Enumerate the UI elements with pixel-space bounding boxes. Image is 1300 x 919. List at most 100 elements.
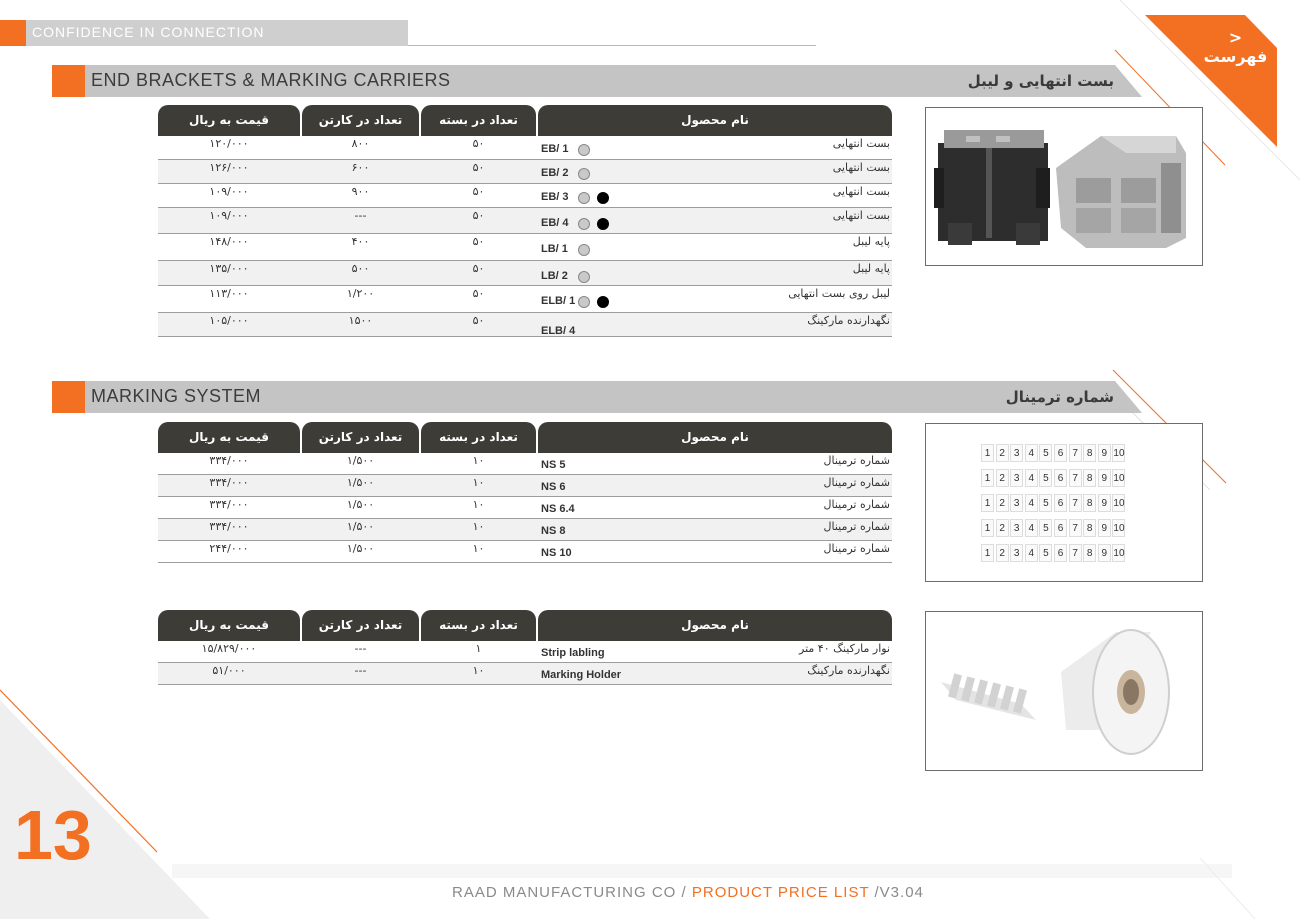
section-bar-marking-system: MARKING SYSTEM شماره ترمینال [52, 381, 1142, 413]
marker-tag: 6 [1054, 544, 1067, 562]
marker-tag: 7 [1068, 494, 1082, 512]
pack-qty-cell: ۵۰ [472, 262, 485, 275]
marker-tag: 10 [1112, 544, 1126, 562]
marker-tag: 4 [1024, 469, 1038, 487]
price-cell: ۱۳۵/۰۰۰ [209, 262, 249, 275]
marker-tag: 9 [1097, 469, 1111, 487]
section-title-en: END BRACKETS & MARKING CARRIERS [91, 70, 451, 90]
carton-qty-cell: ۱۵۰۰ [348, 314, 373, 327]
top-banner: CONFIDENCE IN CONNECTION [0, 20, 408, 46]
marker-tag: 5 [1039, 544, 1053, 562]
gray-color-dot [578, 218, 590, 230]
marking-strip-illustration [941, 629, 1170, 755]
price-cell: ۱۰۹/۰۰۰ [209, 185, 249, 198]
col-carton: تعداد در کارتن [302, 610, 419, 641]
carton-qty-cell: ۱/۵۰۰ [346, 520, 375, 533]
carton-qty-cell: ۱/۵۰۰ [346, 542, 375, 555]
product-code: NS 6.4 [541, 503, 575, 515]
table-header: قیمت به ریال تعداد در کارتن تعداد در بست… [158, 422, 892, 453]
pack-qty-cell: ۵۰ [472, 287, 485, 300]
table-row: ۱۰۹/۰۰۰ ۹۰۰ ۵۰ بست انتهایی EB/ 3 [158, 184, 892, 208]
product-name: بست انتهایی [832, 137, 890, 150]
pack-qty-cell: ۵۰ [472, 161, 485, 174]
carton-qty-cell: --- [354, 642, 367, 655]
carton-qty-cell: ۱/۵۰۰ [346, 454, 375, 467]
col-pack: تعداد در بسته [421, 422, 536, 453]
carton-qty-cell: ۹۰۰ [351, 185, 370, 198]
product-name: بست انتهایی [832, 161, 890, 174]
carton-qty-cell: ۱/۵۰۰ [346, 498, 375, 511]
price-cell: ۳۳۴/۰۰۰ [209, 454, 249, 467]
pack-qty-cell: ۱ [475, 642, 482, 655]
col-pack: تعداد در بسته [421, 105, 536, 136]
marker-tag: 6 [1054, 494, 1067, 512]
marker-tag: 2 [995, 469, 1009, 487]
pack-qty-cell: ۵۰ [472, 137, 485, 150]
marker-tag: 1 [981, 519, 994, 537]
product-name: پایه لیبل [852, 235, 890, 248]
price-cell: ۱۰۵/۰۰۰ [209, 314, 249, 327]
table-row: ۳۳۴/۰۰۰ ۱/۵۰۰ ۱۰ شماره ترمینال NS 5 [158, 453, 892, 475]
table-row: ۱۳۵/۰۰۰ ۵۰۰ ۵۰ پایه لیبل LB/ 2 [158, 261, 892, 286]
table-row: ۱۰۵/۰۰۰ ۱۵۰۰ ۵۰ نگهدارنده مارکینگ ELB/ 4 [158, 313, 892, 337]
col-name: نام محصول [538, 422, 892, 453]
marker-tag: 6 [1054, 519, 1067, 537]
pack-qty-cell: ۵۰ [472, 314, 485, 327]
table-body: ۱۲۰/۰۰۰ ۸۰۰ ۵۰ بست انتهایی EB/ 1 ۱۲۶/۰۰۰ ۶۰۰ ۵۰… [158, 136, 892, 337]
marker-tag: 1 [981, 494, 994, 512]
marker-tag: 7 [1068, 544, 1082, 562]
marker-tag: 4 [1024, 519, 1038, 537]
price-table-marking-system: قیمت به ریال تعداد در کارتن تعداد در بست… [158, 422, 892, 563]
marker-tag: 7 [1068, 444, 1082, 462]
price-cell: ۱۲۶/۰۰۰ [209, 161, 249, 174]
marker-tag: 8 [1083, 469, 1097, 487]
marker-tag: 4 [1024, 544, 1038, 562]
gray-color-dot [578, 296, 590, 308]
marker-tag: 1 [981, 444, 994, 462]
price-cell: ۳۳۴/۰۰۰ [209, 498, 249, 511]
black-color-dot [597, 192, 609, 204]
product-name: بست انتهایی [832, 209, 890, 222]
marker-tag: 4 [1024, 444, 1038, 462]
pack-qty-cell: ۱۰ [472, 454, 485, 467]
marker-tag: 3 [1010, 519, 1024, 537]
col-price: قیمت به ریال [158, 610, 300, 641]
pack-qty-cell: ۱۰ [472, 542, 485, 555]
footer-company: RAAD MANUFACTURING CO / [452, 884, 692, 901]
menu-link[interactable]: < فهرست [1198, 28, 1273, 66]
col-name: نام محصول [538, 610, 892, 641]
table-row: ۳۳۴/۰۰۰ ۱/۵۰۰ ۱۰ شماره ترمینال NS 8 [158, 519, 892, 541]
pack-qty-cell: ۱۰ [472, 498, 485, 511]
marker-tag: 3 [1010, 444, 1024, 462]
product-name: پایه لیبل [852, 262, 890, 275]
price-table-marking-strip: قیمت به ریال تعداد در کارتن تعداد در بست… [158, 610, 892, 685]
table-row: ۱۲۶/۰۰۰ ۶۰۰ ۵۰ بست انتهایی EB/ 2 [158, 160, 892, 184]
product-code: EB/ 3 [541, 191, 569, 203]
product-code: EB/ 2 [541, 167, 569, 179]
col-price: قیمت به ریال [158, 105, 300, 136]
table-row: ۲۴۴/۰۰۰ ۱/۵۰۰ ۱۰ شماره ترمینال NS 10 [158, 541, 892, 563]
gray-color-dot [578, 244, 590, 256]
price-cell: ۵۱/۰۰۰ [212, 664, 246, 677]
table-header: قیمت به ریال تعداد در کارتن تعداد در بست… [158, 610, 892, 641]
marker-tag: 2 [995, 544, 1009, 562]
marker-tag: 9 [1097, 519, 1111, 537]
price-cell: ۱۱۳/۰۰۰ [209, 287, 249, 300]
gray-color-dot [578, 271, 590, 283]
table-row: ۱۵/۸۲۹/۰۰۰ --- ۱ نوار مارکینگ ۴۰ متر Strip l… [158, 641, 892, 663]
table-row: ۵۱/۰۰۰ --- ۱۰ نگهدارنده مارکینگ Marking Hold… [158, 663, 892, 685]
product-name: شماره ترمینال [823, 498, 890, 511]
product-name: شماره ترمینال [823, 476, 890, 489]
price-cell: ۱۵/۸۲۹/۰۰۰ [201, 642, 257, 655]
product-name: شماره ترمینال [823, 542, 890, 555]
product-code: LB/ 2 [541, 270, 568, 282]
marker-tag: 3 [1010, 544, 1024, 562]
marker-tag: 9 [1097, 544, 1111, 562]
product-code: EB/ 1 [541, 143, 569, 155]
product-code: NS 5 [541, 459, 566, 471]
carton-qty-cell: ۶۰۰ [351, 161, 370, 174]
section-bar-end-brackets: END BRACKETS & MARKING CARRIERS بست انته… [52, 65, 1142, 97]
table-row: ۱۰۹/۰۰۰ --- ۵۰ بست انتهایی EB/ 4 [158, 208, 892, 234]
product-name: شماره ترمینال [823, 454, 890, 467]
product-name: نگهدارنده مارکینگ [807, 664, 890, 677]
